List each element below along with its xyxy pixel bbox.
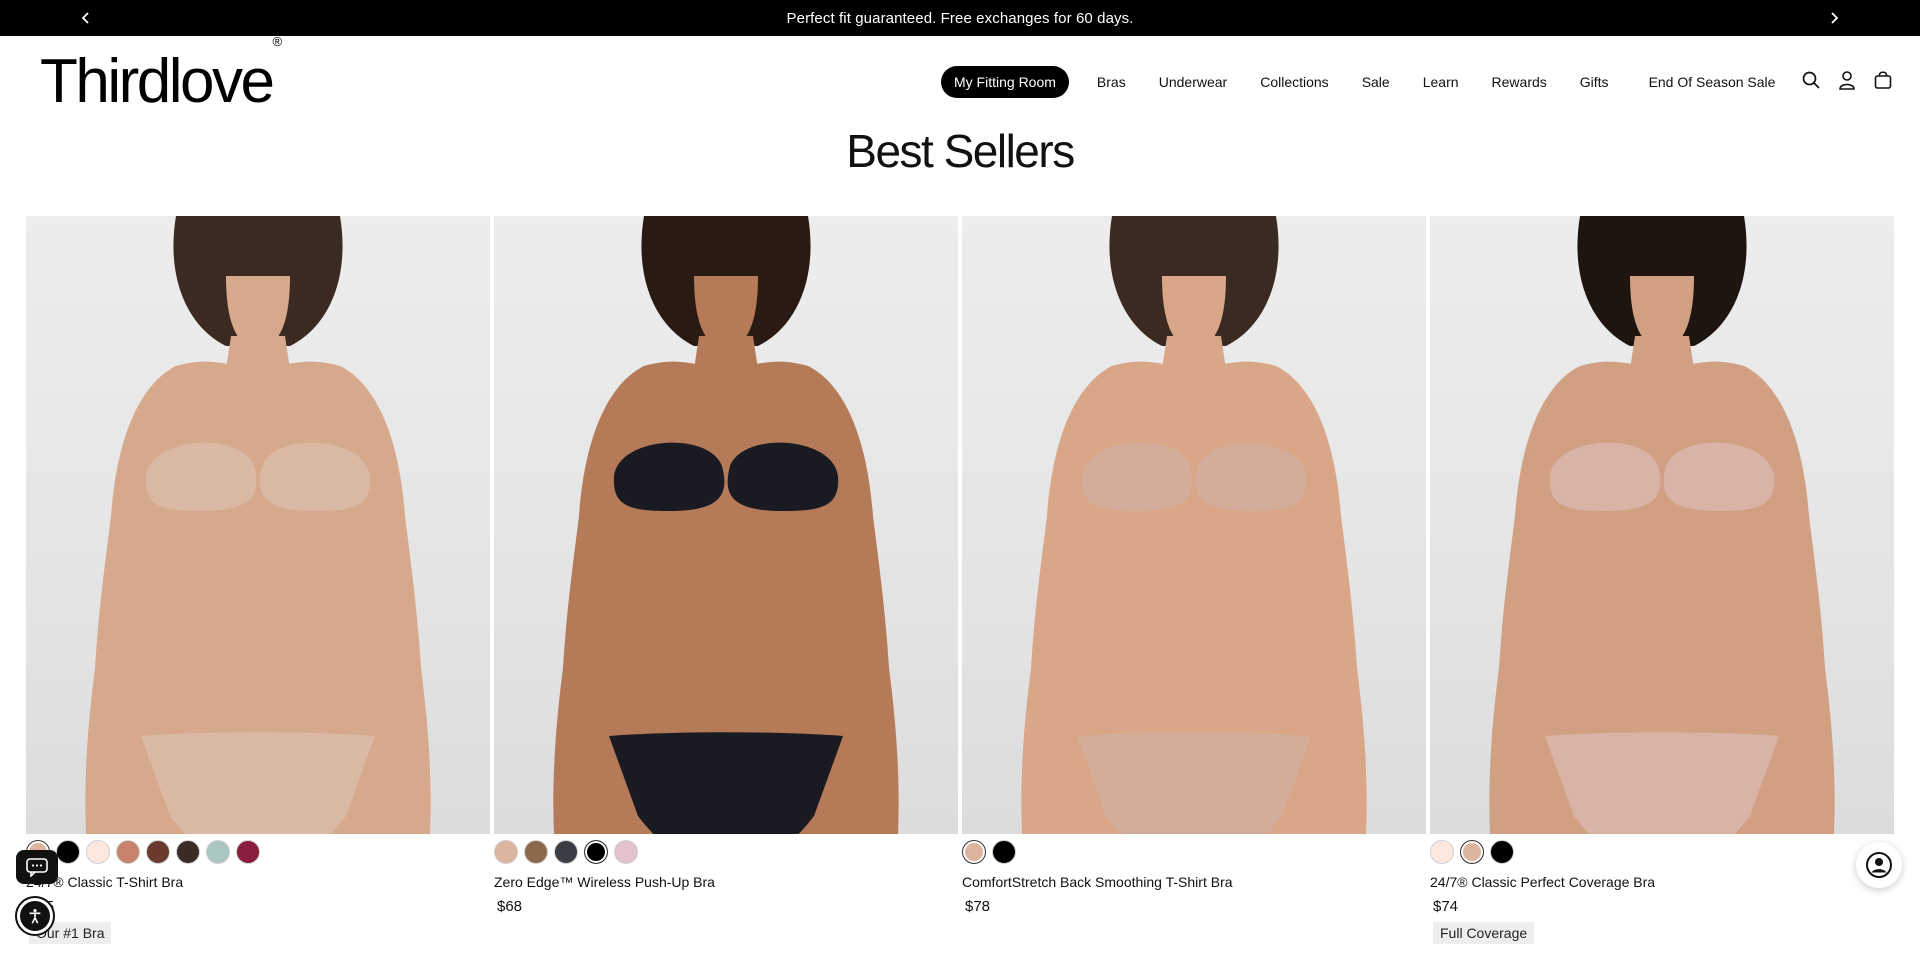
color-swatches (962, 840, 1426, 864)
chevron-left-icon[interactable] (68, 0, 104, 36)
color-swatch[interactable] (146, 840, 170, 864)
nav-sale[interactable]: Sale (1362, 74, 1390, 90)
cart-icon[interactable] (1872, 69, 1894, 91)
chat-bubble-icon[interactable] (16, 850, 58, 884)
product-card: 24/7® Classic Perfect Coverage Bra $74 F… (1430, 216, 1894, 944)
model-illustration (553, 216, 899, 834)
product-name[interactable]: ComfortStretch Back Smoothing T-Shirt Br… (962, 874, 1426, 890)
header-icons (1800, 69, 1894, 91)
product-name[interactable]: 24/7® Classic Perfect Coverage Bra (1430, 874, 1894, 890)
product-price: $78 (965, 898, 991, 915)
color-swatch[interactable] (524, 840, 548, 864)
nav-learn[interactable]: Learn (1423, 74, 1459, 90)
color-swatch[interactable] (614, 840, 638, 864)
color-swatch[interactable] (1490, 840, 1514, 864)
announcement-text: Perfect fit guaranteed. Free exchanges f… (786, 9, 1134, 27)
accessibility-icon[interactable] (15, 896, 55, 936)
color-swatches (1430, 840, 1894, 864)
product-image[interactable] (1430, 216, 1894, 834)
model-illustration (1489, 216, 1835, 834)
color-swatch[interactable] (236, 840, 260, 864)
nav-underwear[interactable]: Underwear (1159, 74, 1227, 90)
color-swatch[interactable] (176, 840, 200, 864)
nav-rewards[interactable]: Rewards (1492, 74, 1547, 90)
product-card: 24/7® Classic T-Shirt Bra $65 Our #1 Bra (26, 216, 490, 944)
search-icon[interactable] (1800, 69, 1822, 91)
site-header: Thirdlove® My Fitting Room Bras Underwea… (0, 34, 1920, 126)
nav-gifts[interactable]: Gifts (1580, 74, 1609, 90)
support-agent-icon[interactable] (1856, 842, 1902, 888)
model-briefs-shape (1545, 732, 1779, 834)
color-swatches (26, 840, 490, 864)
product-badge: Full Coverage (1433, 922, 1535, 944)
product-grid: 24/7® Classic T-Shirt Bra $65 Our #1 Bra… (26, 216, 1894, 944)
account-icon[interactable] (1836, 69, 1858, 91)
nav-end-of-season-sale[interactable]: End Of Season Sale (1649, 74, 1776, 90)
color-swatches (494, 840, 958, 864)
color-swatch[interactable] (86, 840, 110, 864)
color-swatch[interactable] (494, 840, 518, 864)
logo-text[interactable]: Thirdlove (40, 47, 275, 116)
color-swatch[interactable] (584, 840, 608, 864)
announcement-bar: Perfect fit guaranteed. Free exchanges f… (0, 0, 1920, 36)
color-swatch[interactable] (992, 840, 1016, 864)
product-price: $65 (29, 898, 490, 915)
logo-registered-mark: ® (272, 34, 283, 50)
model-briefs-shape (1077, 732, 1311, 834)
product-name[interactable]: Zero Edge™ Wireless Push-Up Bra (494, 874, 958, 890)
color-swatch[interactable] (1430, 840, 1454, 864)
chevron-right-icon[interactable] (1816, 0, 1852, 36)
page-title: Best Sellers (846, 125, 1075, 177)
product-price: $68 (497, 898, 523, 915)
product-image[interactable] (494, 216, 958, 834)
product-image[interactable] (962, 216, 1426, 834)
color-swatch[interactable] (206, 840, 230, 864)
product-price: $74 (1433, 898, 1459, 915)
logo[interactable]: Thirdlove® (40, 34, 282, 117)
main-nav: My Fitting Room Bras Underwear Collectio… (941, 66, 1808, 98)
model-briefs-shape (141, 732, 375, 834)
product-image[interactable] (26, 216, 490, 834)
nav-bras[interactable]: Bras (1097, 74, 1126, 90)
color-swatch[interactable] (554, 840, 578, 864)
color-swatch[interactable] (116, 840, 140, 864)
nav-collections[interactable]: Collections (1260, 74, 1328, 90)
model-briefs-shape (609, 732, 843, 834)
model-illustration (1021, 216, 1367, 834)
nav-my-fitting-room[interactable]: My Fitting Room (941, 66, 1069, 98)
product-card: ComfortStretch Back Smoothing T-Shirt Br… (962, 216, 1426, 944)
model-illustration (85, 216, 431, 834)
color-swatch[interactable] (1460, 840, 1484, 864)
product-card: Zero Edge™ Wireless Push-Up Bra $68 (494, 216, 958, 944)
product-name[interactable]: 24/7® Classic T-Shirt Bra (26, 874, 490, 890)
color-swatch[interactable] (962, 840, 986, 864)
color-swatch[interactable] (56, 840, 80, 864)
